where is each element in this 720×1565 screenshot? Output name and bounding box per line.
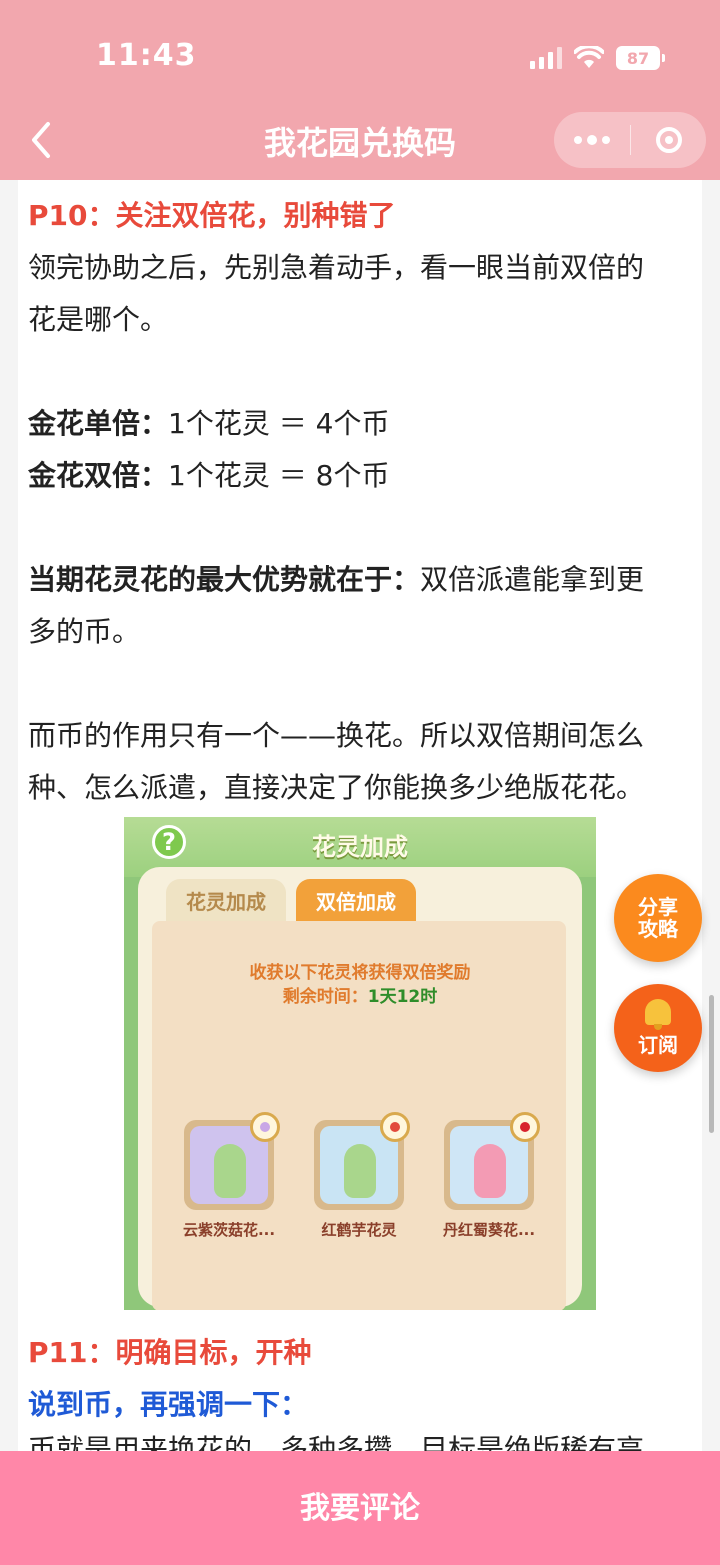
scrollbar[interactable] <box>709 995 714 1133</box>
comment-button[interactable]: 我要评论 <box>0 1483 720 1527</box>
header: 11:43 87 我花园兑换码 <box>0 0 720 180</box>
subscribe-button[interactable]: 订阅 <box>614 984 702 1072</box>
remaining-time: 剩余时间：1天12时 <box>124 985 596 1009</box>
wifi-icon <box>574 46 604 68</box>
paragraph-line: 种、怎么派遣，直接决定了你能换多少绝版花花。 <box>28 771 645 804</box>
flower-card-label: 丹红蜀葵花... <box>442 1221 536 1239</box>
gold-single-label: 金花单倍： <box>28 407 169 440</box>
more-button[interactable] <box>554 112 630 168</box>
signal-icon <box>530 47 562 69</box>
close-mini-program-button[interactable] <box>631 112 706 168</box>
flower-badge-icon <box>380 1112 410 1142</box>
share-label-1: 分享 <box>638 895 678 919</box>
flower-fairy-figure <box>344 1144 376 1198</box>
gold-double-label: 金花双倍： <box>28 459 169 492</box>
page-margin-left <box>0 180 18 1451</box>
game-tab-flower-bonus: 花灵加成 <box>166 879 286 921</box>
flower-badge-icon <box>250 1112 280 1142</box>
subheading-blue: 说到币，再强调一下： <box>28 1388 309 1421</box>
remaining-value: 1天12时 <box>367 987 438 1007</box>
game-title: 花灵加成 <box>312 833 408 861</box>
gold-double-value: 1个花灵 ＝ 8个币 <box>168 459 390 492</box>
page-margin-right <box>702 180 720 1451</box>
gold-double-row: 金花双倍：1个花灵 ＝ 8个币 <box>28 450 688 502</box>
gold-single-row: 金花单倍：1个花灵 ＝ 4个币 <box>28 398 688 450</box>
comment-bar[interactable]: 我要评论 <box>0 1451 720 1565</box>
subscribe-label: 订阅 <box>638 1032 678 1057</box>
flower-card-label: 红鹤芋花灵 <box>321 1221 397 1239</box>
section-heading-p11: P11：明确目标，开种 <box>28 1336 312 1369</box>
share-label-2: 攻略 <box>638 917 678 941</box>
advantage-row: 当期花灵花的最大优势就在于：双倍派遣能拿到更 <box>28 554 688 606</box>
advantage-text: 双倍派遣能拿到更 <box>420 563 645 596</box>
paragraph-line: 而币的作用只有一个——换花。所以双倍期间怎么 <box>28 719 645 752</box>
flower-badge-icon <box>510 1112 540 1142</box>
flower-card <box>184 1112 280 1210</box>
game-screenshot-image: ? 花灵加成 花灵加成 双倍加成 收获以下花灵将获得双倍奖励 剩余时间：1天12… <box>124 817 596 1310</box>
paragraph-line: 领完协助之后，先别急着动手，看一眼当前双倍的 <box>28 251 645 284</box>
mini-program-capsule <box>554 112 706 168</box>
gold-single-value: 1个花灵 ＝ 4个币 <box>168 407 390 440</box>
paragraph-line: 花是哪个。 <box>28 303 169 336</box>
flower-card <box>444 1112 540 1210</box>
flower-card <box>314 1112 410 1210</box>
paragraph-line: 币就是用来换花的，多种多攒，目标是绝版稀有高 <box>28 1434 645 1451</box>
flower-card-label: 云紫茨菇花... <box>182 1221 276 1239</box>
game-notice: 收获以下花灵将获得双倍奖励 剩余时间：1天12时 <box>124 961 596 1009</box>
article-content-lower: P11：明确目标，开种 说到币，再强调一下： <box>28 1327 688 1431</box>
paragraph-cut-off: 币就是用来换花的，多种多攒，目标是绝版稀有高 <box>28 1434 688 1451</box>
bell-icon <box>645 998 671 1030</box>
article-content: P10：关注双倍花，别种错了 领完协助之后，先别急着动手，看一眼当前双倍的 花是… <box>28 190 688 814</box>
section-heading-p10: P10：关注双倍花，别种错了 <box>28 199 396 232</box>
game-tab-double-bonus: 双倍加成 <box>296 879 416 921</box>
advantage-label: 当期花灵花的最大优势就在于： <box>28 563 421 596</box>
remaining-label: 剩余时间： <box>282 987 368 1007</box>
paragraph-line: 多的币。 <box>28 615 141 648</box>
notice-text: 收获以下花灵将获得双倍奖励 <box>249 963 471 983</box>
status-time: 11:43 <box>96 38 197 73</box>
status-icons: 87 <box>530 44 665 72</box>
target-icon <box>655 127 682 153</box>
battery-icon: 87 <box>616 46 665 70</box>
share-guide-button[interactable]: 分享 攻略 <box>614 874 702 962</box>
flower-fairy-figure <box>214 1144 246 1198</box>
flower-fairy-figure <box>474 1144 506 1198</box>
